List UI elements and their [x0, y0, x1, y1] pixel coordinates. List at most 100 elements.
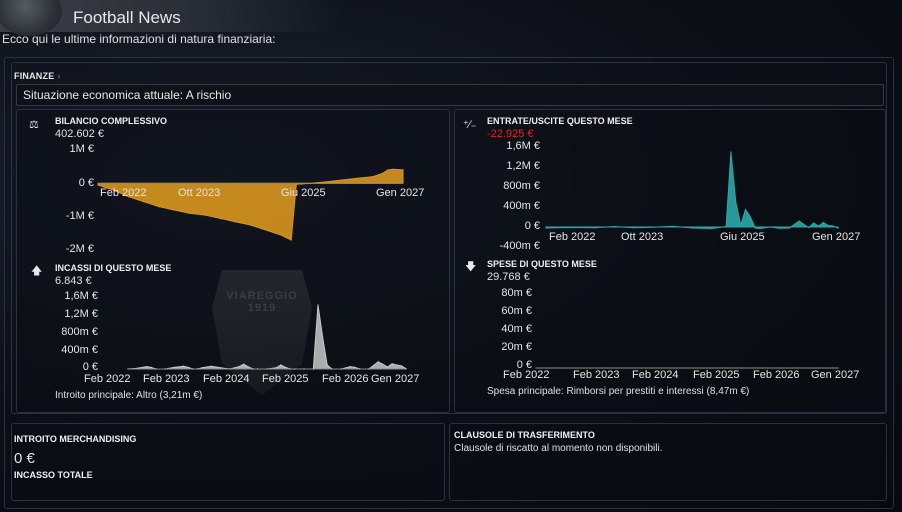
- y-tick-label: 0 €: [82, 361, 98, 373]
- inout-value: -22.925 €: [487, 128, 534, 140]
- data-point: [387, 169, 389, 171]
- data-point: [173, 366, 175, 368]
- series-area: [127, 304, 407, 370]
- data-point: [822, 221, 824, 224]
- transfer-clauses-panel: CLAUSOLE DI TRASFERIMENTO Clausole di ri…: [449, 423, 887, 501]
- total-income-label: INCASSO TOTALE: [14, 470, 93, 480]
- data-point: [371, 176, 374, 178]
- series-area: [97, 168, 404, 241]
- x-tick-label: Ott 2023: [621, 231, 664, 243]
- data-point: [183, 365, 185, 367]
- data-point: [740, 224, 742, 226]
- data-point: [326, 364, 328, 366]
- data-point: [247, 366, 250, 368]
- data-point: [300, 183, 302, 185]
- data-point: [312, 368, 314, 370]
- y-tick-label: 0 €: [78, 177, 94, 189]
- expenses-title: SPESE DI QUESTO MESE: [487, 259, 597, 269]
- data-point: [275, 367, 277, 369]
- data-point: [633, 227, 635, 229]
- expenses-main-item: Spesa principale: Rimborsi per prestiti …: [487, 386, 750, 397]
- y-tick-label: 80m €: [501, 287, 532, 299]
- y-tick-label: 1M €: [69, 143, 94, 155]
- data-point: [741, 367, 743, 369]
- finance-section-label[interactable]: FINANZE ›: [14, 71, 61, 81]
- y-tick-label: 400m €: [503, 200, 540, 212]
- data-point: [746, 367, 748, 369]
- data-point: [158, 206, 160, 208]
- data-point: [570, 367, 572, 369]
- data-point: [341, 179, 343, 181]
- x-tick-label: Feb 2022: [549, 231, 596, 243]
- data-point: [759, 227, 761, 230]
- merch-value: 0 €: [14, 450, 35, 467]
- data-point: [173, 209, 175, 211]
- x-tick-label: Gen 2027: [371, 373, 420, 385]
- data-point: [744, 208, 747, 211]
- data-point: [400, 365, 402, 367]
- x-tick-label: Gen 2027: [376, 187, 425, 199]
- finance-container: FINANZE › Situazione economica attuale: A…: [4, 57, 894, 509]
- data-point: [356, 177, 358, 179]
- data-point: [238, 366, 240, 368]
- data-point: [187, 366, 189, 368]
- data-point: [252, 368, 254, 370]
- x-tick-label: Feb 2022: [100, 187, 147, 199]
- y-tick-label: 800m €: [61, 326, 98, 338]
- data-point: [155, 368, 157, 370]
- x-tick-label: Feb 2025: [262, 373, 309, 385]
- data-point: [243, 363, 245, 365]
- data-point: [145, 366, 148, 368]
- x-tick-label: Feb 2023: [143, 373, 190, 385]
- y-tick-label: 0 €: [524, 220, 540, 232]
- data-point: [405, 368, 407, 370]
- data-point: [392, 168, 394, 170]
- x-tick-label: Gen 2027: [811, 369, 860, 381]
- data-point: [136, 367, 138, 369]
- y-tick-label: -1M €: [65, 210, 94, 222]
- data-point: [681, 367, 683, 369]
- x-tick-label: Feb 2026: [753, 369, 800, 381]
- data-point: [290, 239, 292, 241]
- data-point: [257, 368, 259, 370]
- data-point: [386, 366, 389, 368]
- data-point: [569, 226, 571, 229]
- x-tick-label: Ott 2023: [178, 187, 221, 199]
- data-point: [368, 368, 370, 370]
- merch-title: INTROITO MERCHANDISING: [14, 434, 137, 444]
- y-tick-label: 1,6M €: [506, 140, 540, 152]
- balance-value: 402.602 €: [55, 128, 104, 140]
- data-point: [686, 367, 688, 369]
- data-point: [164, 368, 166, 370]
- data-point: [284, 366, 287, 368]
- data-point: [671, 225, 674, 227]
- data-point: [150, 366, 152, 368]
- data-point: [322, 336, 324, 338]
- y-tick-label: -400m €: [499, 240, 540, 252]
- plus-minus-icon: ⁺∕₋: [463, 119, 477, 131]
- data-point: [754, 227, 756, 229]
- app-title: Football News: [73, 8, 181, 27]
- data-point: [391, 363, 393, 365]
- x-tick-label: Gen 2027: [812, 231, 861, 243]
- data-point: [326, 181, 328, 183]
- data-point: [295, 183, 297, 185]
- arrow-up-icon: 🡅: [31, 265, 43, 277]
- data-point: [803, 223, 805, 226]
- data-point: [730, 151, 732, 153]
- data-point: [317, 304, 319, 306]
- y-tick-label: 20m €: [501, 341, 532, 353]
- inout-title: ENTRATE/USCITE QUESTO MESE: [487, 116, 633, 126]
- data-point: [310, 182, 313, 184]
- data-point: [265, 229, 267, 231]
- data-point: [626, 367, 628, 369]
- income-value: 6.843 €: [55, 275, 92, 287]
- data-point: [289, 368, 291, 370]
- data-point: [402, 169, 404, 171]
- data-point: [802, 367, 804, 369]
- financial-status-text: Situazione economica attuale: A rischio: [23, 88, 232, 102]
- data-point: [249, 224, 252, 226]
- data-point: [613, 225, 615, 228]
- y-tick-label: -2M €: [65, 243, 94, 255]
- data-point: [691, 227, 693, 229]
